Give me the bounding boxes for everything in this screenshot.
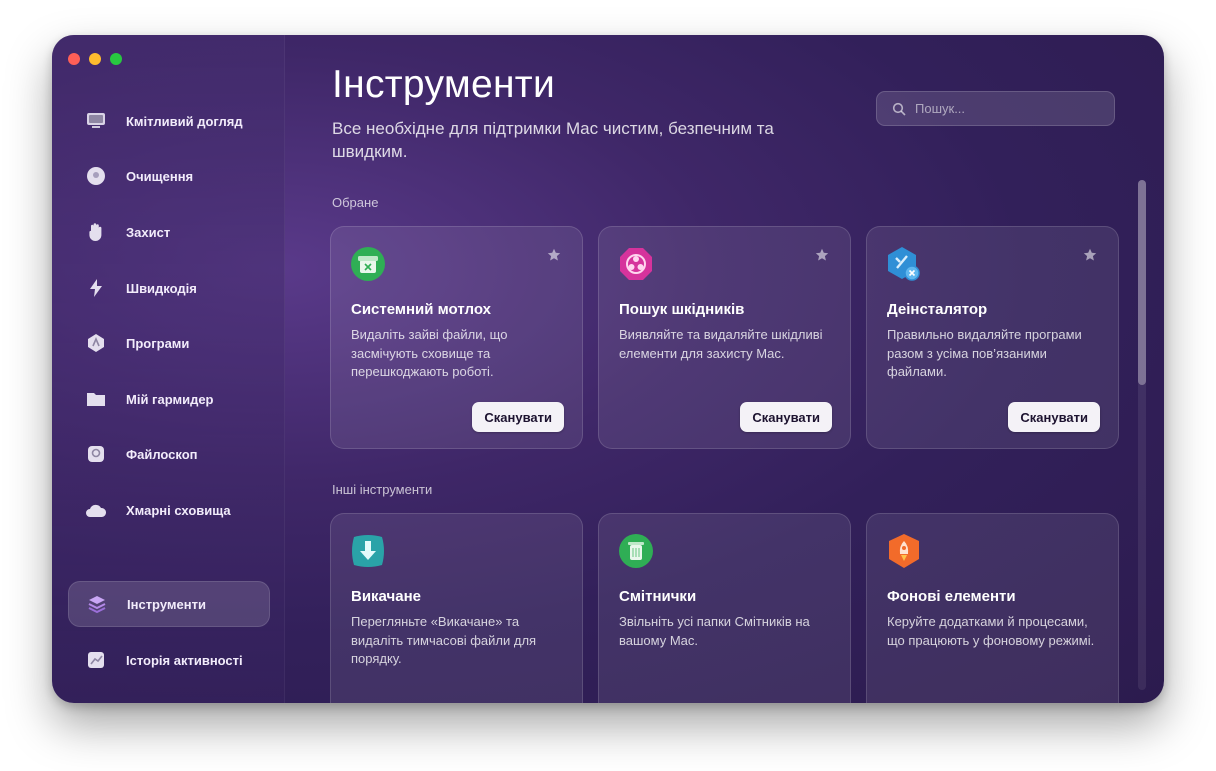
chart-icon — [85, 649, 107, 671]
sidebar-item-my-clutter[interactable]: Мій гармидер — [68, 376, 270, 422]
sidebar-item-label: Інструменти — [127, 596, 206, 612]
window-controls — [68, 53, 122, 65]
card-title: Деінсталятор — [887, 301, 988, 318]
tool-card-system-junk[interactable]: Системний мотлох Видаліть зайві файли, щ… — [330, 226, 583, 449]
lens-icon — [85, 443, 107, 465]
monitor-icon — [85, 110, 107, 132]
tool-card-downloads[interactable]: Викачане Перегляньте «Викачане» та видал… — [330, 513, 583, 703]
sidebar-item-space-lens[interactable]: Файлоскоп — [68, 431, 270, 477]
star-icon[interactable] — [1083, 248, 1097, 262]
trash-bin-icon — [351, 247, 385, 281]
folder-icon — [85, 388, 107, 410]
card-title: Викачане — [351, 588, 421, 605]
uninstaller-icon — [888, 247, 920, 281]
cloud-icon — [85, 499, 107, 521]
zoom-window-button[interactable] — [110, 53, 122, 65]
card-title: Пошук шкідників — [619, 301, 745, 318]
sidebar-item-label: Очищення — [126, 168, 194, 184]
tool-card-background-items[interactable]: Фонові елементи Керуйте додатками й проц… — [866, 513, 1119, 703]
scan-button[interactable]: Сканувати — [472, 402, 564, 432]
download-icon — [352, 535, 384, 567]
sidebar-item-label: Історія активності — [126, 652, 243, 668]
close-window-button[interactable] — [68, 53, 80, 65]
tool-card-trash-bins[interactable]: Смітнички Звільніть усі папки Смітників … — [598, 513, 851, 703]
page-title: Інструменти — [332, 63, 556, 106]
card-description: Видаліть зайві файли, що засмічують схов… — [351, 327, 508, 379]
sidebar-item-label: Програми — [126, 335, 190, 351]
lightning-icon — [85, 277, 107, 299]
section-label-other-tools: Інші інструменти — [332, 482, 433, 497]
sidebar-item-label: Швидкодія — [126, 280, 197, 296]
app-window: Кмітливий догляд Очищення Захист Швидкод… — [52, 35, 1164, 703]
sidebar-item-applications[interactable]: Програми — [68, 320, 270, 366]
search-input[interactable] — [913, 100, 1107, 117]
minimize-window-button[interactable] — [89, 53, 101, 65]
sidebar-item-label: Файлоскоп — [126, 446, 198, 462]
card-title: Фонові елементи — [887, 588, 1016, 605]
card-description: Звільніть усі папки Смітників на вашому … — [619, 614, 810, 648]
scan-button[interactable]: Сканувати — [1008, 402, 1100, 432]
section-label-favorites: Обране — [332, 195, 379, 210]
card-description: Керуйте додатками й процесами, що працюю… — [887, 614, 1095, 648]
star-icon[interactable] — [547, 248, 561, 262]
apps-icon — [85, 332, 107, 354]
scrollbar-thumb[interactable] — [1138, 180, 1146, 385]
rocket-icon — [889, 534, 919, 568]
hand-icon — [85, 221, 107, 243]
sidebar-item-protection[interactable]: Захист — [68, 209, 270, 255]
main-content: Інструменти Все необхідне для підтримки … — [284, 35, 1164, 703]
scan-button[interactable]: Сканувати — [740, 402, 832, 432]
trash-can-icon — [619, 534, 653, 568]
sidebar-item-activity-history[interactable]: Історія активності — [68, 637, 270, 683]
disk-icon — [85, 165, 107, 187]
sidebar-item-tools[interactable]: Інструменти — [68, 581, 270, 627]
sidebar-item-label: Мій гармидер — [126, 391, 214, 407]
card-title: Системний мотлох — [351, 301, 491, 318]
tool-card-malware-removal[interactable]: Пошук шкідників Виявляйте та видаляйте ш… — [598, 226, 851, 449]
card-description: Правильно видаляйте програми разом з усі… — [887, 327, 1082, 379]
card-description: Перегляньте «Викачане» та видаліть тимча… — [351, 614, 537, 666]
tool-card-uninstaller[interactable]: Деінсталятор Правильно видаляйте програм… — [866, 226, 1119, 449]
sidebar-item-label: Кмітливий догляд — [126, 113, 243, 129]
sidebar-item-smart-care[interactable]: Кмітливий догляд — [68, 98, 270, 144]
search-box[interactable] — [876, 91, 1115, 126]
search-icon — [892, 102, 906, 116]
sidebar: Кмітливий догляд Очищення Захист Швидкод… — [52, 35, 285, 703]
sidebar-item-label: Захист — [126, 224, 171, 240]
card-description: Виявляйте та видаляйте шкідливі елементи… — [619, 327, 823, 361]
sidebar-item-label: Хмарні сховища — [126, 502, 231, 518]
sidebar-item-performance[interactable]: Швидкодія — [68, 265, 270, 311]
layers-icon — [86, 593, 108, 615]
biohazard-icon — [620, 248, 652, 280]
scrollbar[interactable] — [1138, 180, 1146, 690]
sidebar-item-cleanup[interactable]: Очищення — [68, 153, 270, 199]
star-icon[interactable] — [815, 248, 829, 262]
card-title: Смітнички — [619, 588, 697, 605]
page-subtitle: Все необхідне для підтримки Mac чистим, … — [332, 119, 774, 161]
sidebar-item-cloud[interactable]: Хмарні сховища — [68, 487, 270, 533]
